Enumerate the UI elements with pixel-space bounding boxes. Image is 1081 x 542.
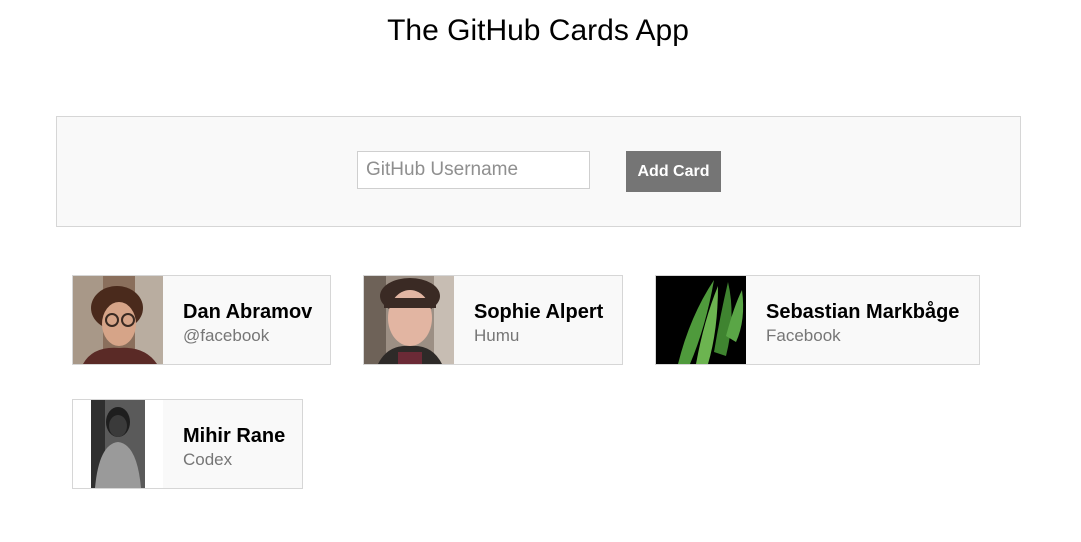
profile-card: Mihir Rane Codex (72, 399, 303, 489)
card-name: Dan Abramov (183, 301, 313, 323)
card-company: Facebook (766, 326, 841, 345)
add-card-form: Add Card (56, 116, 1021, 227)
avatar (364, 276, 454, 364)
github-username-input[interactable] (357, 151, 590, 189)
page-title: The GitHub Cards App (387, 14, 689, 47)
card-company: Humu (474, 326, 520, 345)
card-name: Sebastian Markbåge (766, 301, 960, 323)
card-company: @facebook (183, 326, 270, 345)
person-photo-icon (364, 276, 454, 364)
avatar (656, 276, 746, 364)
person-photo-icon (73, 276, 163, 364)
avatar (73, 276, 163, 364)
card-company: Codex (183, 450, 233, 469)
plant-leaves-icon (656, 276, 746, 364)
person-photo-icon (73, 400, 163, 488)
card-name: Sophie Alpert (474, 301, 604, 323)
profile-card: Dan Abramov @facebook (72, 275, 331, 365)
profile-card: Sophie Alpert Humu (363, 275, 623, 365)
card-name: Mihir Rane (183, 425, 286, 447)
avatar (73, 400, 163, 488)
profile-card: Sebastian Markbåge Facebook (655, 275, 980, 365)
add-card-button[interactable]: Add Card (626, 151, 721, 192)
